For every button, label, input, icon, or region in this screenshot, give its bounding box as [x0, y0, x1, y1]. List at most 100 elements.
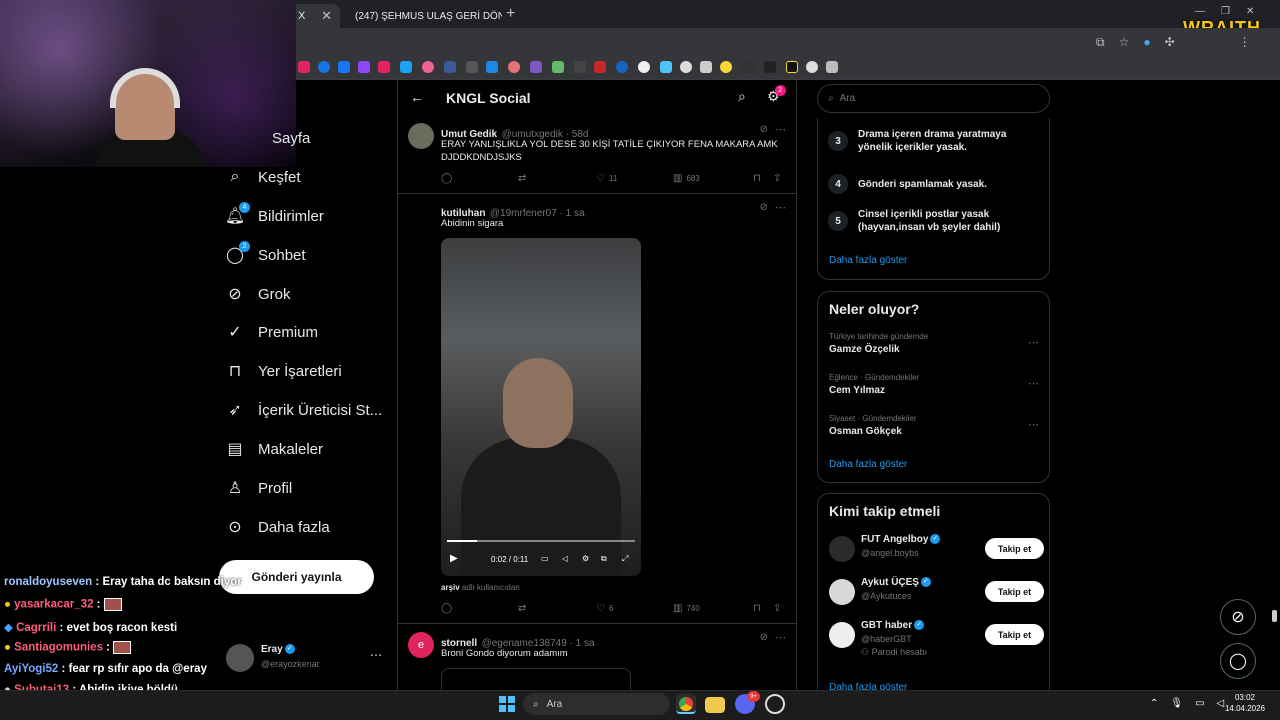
puzzle-icon[interactable]: ✣ — [1165, 35, 1175, 50]
bookmark-icon[interactable] — [552, 61, 564, 73]
chrome-icon[interactable] — [676, 694, 696, 714]
maximize-icon[interactable]: ❐ — [1221, 6, 1230, 17]
bookmark-icon[interactable]: ⊓ — [753, 603, 761, 614]
share-icon[interactable]: ⇪ — [773, 173, 781, 184]
grok-icon[interactable]: ⊘ — [760, 202, 768, 213]
like-button[interactable]: ♡ 6 — [596, 603, 613, 614]
more-icon[interactable]: ⋯ — [1028, 336, 1039, 349]
pip-icon[interactable]: ⧉ — [601, 554, 607, 564]
new-tab-button[interactable]: + — [506, 5, 515, 23]
search-input[interactable]: ⌕ Ara — [817, 84, 1050, 113]
views-button[interactable]: ▥ 740 — [673, 603, 700, 614]
mic-icon[interactable]: 🎙︎ — [1170, 698, 1183, 709]
bookmark-icon[interactable] — [466, 61, 478, 73]
install-icon[interactable]: ⧉ — [1096, 35, 1105, 50]
bookmark-icon[interactable] — [826, 61, 838, 73]
bookmark-icon[interactable] — [806, 61, 818, 73]
folder-icon[interactable] — [705, 697, 725, 713]
more-icon[interactable]: ⋯ — [775, 123, 786, 136]
close-window-icon[interactable]: ✕ — [1246, 6, 1254, 17]
bookmark-icon[interactable] — [616, 61, 628, 73]
follow-button[interactable]: Takip et — [985, 538, 1044, 559]
show-more-link[interactable]: Daha fazla göster — [829, 255, 907, 266]
fullscreen-icon[interactable]: ⤢ — [622, 554, 628, 564]
bookmark-icon[interactable] — [508, 61, 520, 73]
bookmark-icon[interactable] — [486, 61, 498, 73]
tweet[interactable]: Umut Gedik @umutxgedik · 58d ⊘ ⋯ ERAY YA… — [398, 116, 796, 194]
menu-icon[interactable]: ⋮ — [1239, 35, 1251, 50]
nav-item-premium[interactable]: ✓ Premium — [226, 314, 318, 350]
bookmark-icon[interactable] — [574, 61, 586, 73]
bookmark-icon[interactable] — [594, 61, 606, 73]
bookmark-icon[interactable] — [742, 61, 754, 73]
show-more-link[interactable]: Daha fazla göster — [829, 459, 907, 470]
more-icon[interactable]: ⋯ — [370, 648, 382, 662]
bookmark-icon[interactable] — [660, 61, 672, 73]
bookmark-icon[interactable] — [298, 61, 310, 73]
bookmark-icon[interactable] — [764, 61, 776, 73]
tweet[interactable]: e stornell @egename138749 · 1 sa ⊘ ⋯ Bro… — [398, 624, 796, 690]
reply-icon[interactable]: ◯ — [441, 173, 452, 184]
app-icon[interactable] — [765, 694, 785, 714]
tweet-video[interactable]: ▶ 0:02 / 0:11 ▭ ◁ ⚙︎ ⧉ ⤢ — [441, 238, 641, 576]
more-icon[interactable]: ⋯ — [775, 201, 786, 214]
bookmark-icon[interactable] — [400, 61, 412, 73]
more-icon[interactable]: ⋯ — [1028, 418, 1039, 431]
tab-youtube[interactable]: (247) ŞEHMUS ULAŞ GERİ DÖN ✕ — [342, 4, 502, 28]
nav-item-articles[interactable]: ▤ Makaleler — [226, 431, 323, 467]
follow-suggestion[interactable]: GBT haber ✓ @haberGBT ⚇ Parodi hesabı Tak… — [829, 620, 1044, 664]
bookmark-icon[interactable] — [338, 61, 350, 73]
retweet-icon[interactable]: ⇄ — [518, 173, 526, 184]
extension-icon[interactable]: ● — [1143, 35, 1150, 50]
bookmark-icon[interactable] — [318, 61, 330, 73]
bookmark-icon[interactable] — [444, 61, 456, 73]
bookmark-icon[interactable] — [378, 61, 390, 73]
nav-item-creator-studio[interactable]: ➶ İçerik Üreticisi St... — [226, 392, 382, 428]
grok-icon[interactable]: ⊘ — [760, 632, 768, 643]
more-icon[interactable]: ⋯ — [775, 631, 786, 644]
search-icon[interactable]: ⌕ — [738, 88, 746, 105]
account-switcher[interactable]: Eray ✓ @erayozkenar ⋯ — [226, 640, 386, 676]
grok-icon[interactable]: ⊘ — [1220, 599, 1256, 635]
volume-icon[interactable]: ◁ — [562, 554, 568, 563]
grok-icon[interactable]: ⊘ — [760, 124, 768, 135]
bookmark-icon[interactable] — [680, 61, 692, 73]
trend-item[interactable]: Siyaset · Gündemdekiler Osman Gökçek ⋯ — [829, 414, 1039, 437]
nav-item-home[interactable]: Sayfa — [272, 120, 310, 156]
trend-item[interactable]: Türkiye tarihinde gündemde Gamze Özçelik… — [829, 332, 1039, 355]
star-icon[interactable]: ☆ — [1119, 35, 1130, 50]
tweet[interactable]: kutiluhan @19mrfener07 · 1 sa ⊘ ⋯ Abidin… — [398, 194, 796, 624]
follow-suggestion[interactable]: Aykut ÜÇEŞ ✓ @Aykutuces Takip et — [829, 577, 1044, 611]
captions-icon[interactable]: ▭ — [541, 554, 549, 563]
back-arrow-icon[interactable]: ← — [410, 89, 424, 105]
bookmark-icon[interactable] — [422, 61, 434, 73]
nav-item-profile[interactable]: ♙ Profil — [226, 470, 292, 506]
discord-icon[interactable]: 9+ — [735, 691, 760, 714]
scrollbar-thumb[interactable] — [1272, 610, 1277, 622]
share-icon[interactable]: ⇪ — [773, 603, 781, 614]
bookmark-icon[interactable] — [720, 61, 732, 73]
settings-icon[interactable]: ⚙︎ 2 — [767, 85, 786, 105]
bookmark-icon[interactable] — [786, 61, 798, 73]
tweet-embed[interactable] — [441, 668, 631, 690]
trend-item[interactable]: Eğlence · Gündemdekiler Cem Yılmaz ⋯ — [829, 373, 1039, 396]
taskbar-clock[interactable]: 03:02 14.04.2026 — [1220, 692, 1270, 714]
display-icon[interactable]: ▭ — [1195, 698, 1204, 709]
more-icon[interactable]: ⋯ — [1028, 377, 1039, 390]
bookmark-icon[interactable]: ⊓ — [753, 173, 761, 184]
follow-button[interactable]: Takip et — [985, 581, 1044, 602]
close-tab-icon[interactable]: ✕ — [321, 8, 332, 24]
video-source-name[interactable]: arşiv — [441, 583, 460, 592]
retweet-icon[interactable]: ⇄ — [518, 603, 526, 614]
tab-x[interactable]: X ✕ — [290, 4, 340, 28]
nav-item-more[interactable]: ⊙ Daha fazla — [226, 509, 329, 545]
minimize-icon[interactable]: — — [1195, 6, 1205, 17]
bookmark-icon[interactable] — [638, 61, 650, 73]
start-icon[interactable] — [499, 696, 515, 712]
messages-icon[interactable]: ◯ — [1220, 643, 1256, 679]
views-button[interactable]: ▥ 683 — [673, 173, 700, 184]
bookmark-icon[interactable] — [358, 61, 370, 73]
play-icon[interactable]: ▶ — [450, 553, 458, 564]
bookmark-icon[interactable] — [700, 61, 712, 73]
nav-item-bookmarks[interactable]: ⊓ Yer İşaretleri — [226, 353, 342, 389]
